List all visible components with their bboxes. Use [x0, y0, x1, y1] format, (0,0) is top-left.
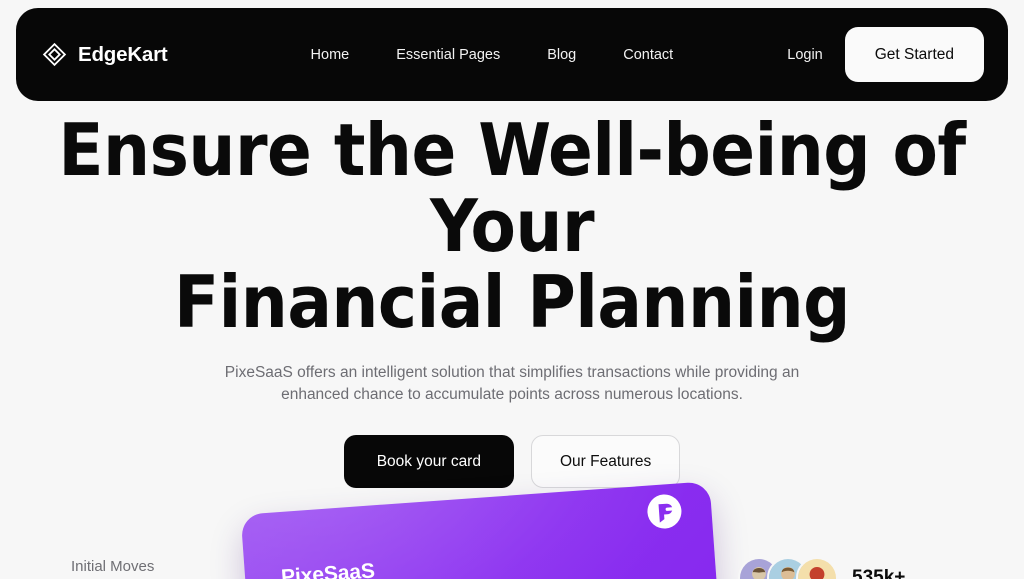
social-proof-count: 535k+ [852, 567, 906, 579]
get-started-button[interactable]: Get Started [844, 27, 984, 82]
hero-subtitle-line-1: PixeSaaS offers an intelligent solution … [224, 364, 800, 381]
diamond-outline-icon [42, 42, 67, 67]
page-title: Ensure the Well-being of Your Financial … [0, 101, 1024, 340]
brand-name: EdgeKart [78, 42, 168, 66]
nav-links: Home Essential Pages Blog Contact [311, 47, 674, 63]
pixesaas-credit-card[interactable]: PixeSaaS [240, 481, 729, 579]
top-navigation-bar: EdgeKart Home Essential Pages Blog Conta… [16, 8, 1008, 101]
hero-subtitle-line-2: enhanced chance to accumulate points acr… [281, 386, 743, 403]
social-proof-cluster: 535k+ [738, 557, 905, 579]
hero-title-line-1: Ensure the Well-being of Your [58, 108, 966, 268]
nav-actions: Login Get Started [787, 27, 984, 82]
card-brand-name: PixeSaaS [280, 559, 376, 579]
login-link[interactable]: Login [787, 47, 822, 63]
landing-page: EdgeKart Home Essential Pages Blog Conta… [0, 0, 1024, 579]
hero-visual-stage: Initial Moves PixeSaaS 535k+ [0, 470, 1024, 579]
hero-section: Ensure the Well-being of Your Financial … [0, 101, 1024, 488]
hero-title-line-2: Financial Planning [174, 260, 850, 344]
avatar-group [738, 557, 838, 579]
hero-subtitle: PixeSaaS offers an intelligent solution … [0, 362, 1024, 406]
nav-link-home[interactable]: Home [311, 47, 350, 63]
nav-link-blog[interactable]: Blog [547, 47, 576, 63]
initial-moves-caption: Initial Moves [71, 558, 155, 575]
avatar [796, 557, 838, 579]
nav-link-contact[interactable]: Contact [623, 47, 673, 63]
brand-logo-link[interactable]: EdgeKart [42, 42, 168, 67]
nav-link-essential-pages[interactable]: Essential Pages [396, 47, 500, 63]
